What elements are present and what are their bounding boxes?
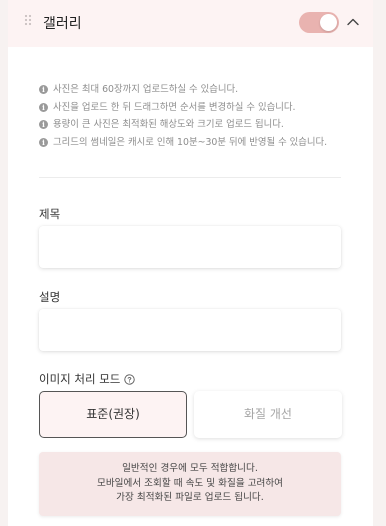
image-mode-label: 이미지 처리 모드 — [39, 371, 136, 387]
toggle-knob — [320, 14, 337, 31]
title-input[interactable] — [39, 226, 341, 268]
info-icon: i — [39, 137, 48, 147]
info-icon: i — [39, 102, 48, 112]
description-line: 일반적인 경우에 모두 적합합니다. — [122, 463, 258, 474]
info-icon: i — [39, 120, 48, 129]
mode-quality-button[interactable]: 화질 개선 — [194, 391, 342, 438]
chevron-up-icon[interactable] — [346, 14, 360, 28]
divider — [39, 177, 341, 178]
note-item: i 용량이 큰 사진은 최적화된 해상도와 크기로 업로드 됩니다. — [39, 116, 359, 134]
gallery-toggle[interactable] — [299, 12, 339, 33]
description-label: 설명 — [39, 290, 61, 304]
note-item: i 사진을 업로드 한 뒤 드래그하면 순서를 변경하실 수 있습니다. — [39, 99, 359, 117]
section-title: 갤러리 — [43, 16, 82, 32]
description-input[interactable] — [39, 309, 341, 351]
note-item: i 사진은 최대 60장까지 업로드하실 수 있습니다. — [39, 81, 359, 99]
mode-description: 일반적인 경우에 모두 적합합니다. 모바일에서 조회할 때 속도 및 화질을 … — [39, 452, 341, 516]
info-icon: i — [39, 85, 48, 94]
mode-standard-button[interactable]: 표준(권장) — [39, 391, 187, 438]
gallery-header[interactable]: 갤러리 — [8, 0, 373, 47]
description-line: 가장 최적화된 파일로 업로드 됩니다. — [116, 492, 264, 503]
title-label: 제목 — [39, 207, 61, 221]
upload-notes: i 사진은 최대 60장까지 업로드하실 수 있습니다. i 사진을 업로드 한… — [39, 81, 359, 151]
help-circle-icon[interactable] — [124, 374, 136, 385]
gallery-panel: 갤러리 i 사진은 최대 60장까지 업로드하실 수 있습니다. i 사진을 업… — [8, 0, 373, 526]
note-item: i 그리드의 썸네일은 캐시로 인해 10분~30분 뒤에 반영될 수 있습니다… — [39, 134, 359, 152]
description-line: 모바일에서 조회할 때 속도 및 화질을 고려하여 — [97, 477, 283, 489]
drag-handle-icon[interactable] — [24, 14, 32, 30]
